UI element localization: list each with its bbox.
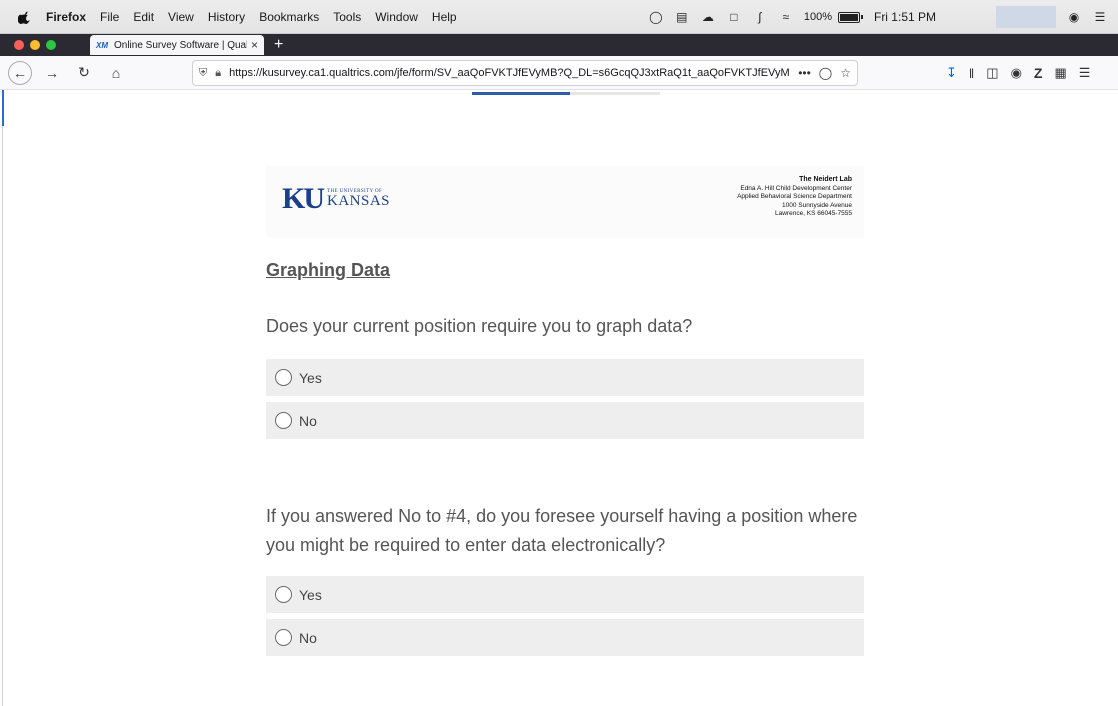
menu-file[interactable]: File bbox=[100, 10, 119, 24]
q1-choice-no[interactable]: No bbox=[266, 402, 864, 439]
ku-logo-big-text: KANSAS bbox=[327, 193, 391, 209]
reload-button[interactable]: ↻ bbox=[72, 61, 96, 85]
address-line: Lawrence, KS 66045-7555 bbox=[775, 210, 852, 217]
radio-button[interactable] bbox=[275, 369, 292, 386]
lab-address-block: The Neidert Lab Edna A. Hill Child Devel… bbox=[737, 176, 852, 219]
address-line: 1000 Sunnyside Avenue bbox=[782, 201, 852, 209]
close-window-button[interactable] bbox=[14, 40, 24, 50]
radio-button[interactable] bbox=[275, 629, 292, 646]
survey-progress-bar bbox=[472, 92, 660, 95]
address-line: Applied Behavioral Science Department bbox=[737, 193, 852, 200]
menubar-selection-highlight bbox=[996, 6, 1056, 28]
url-domain: https://kusurvey.ca1.qualtrics.com bbox=[229, 67, 394, 79]
sidebar-icon[interactable]: ◫ bbox=[986, 65, 998, 81]
siri-icon[interactable]: ◉ bbox=[1066, 10, 1082, 24]
menu-window[interactable]: Window bbox=[375, 10, 418, 24]
battery-icon[interactable] bbox=[837, 11, 863, 23]
q2-choice-no[interactable]: No bbox=[266, 619, 864, 656]
cloud-sync-icon[interactable]: ☁ bbox=[700, 10, 716, 24]
choice-label: Yes bbox=[299, 369, 322, 386]
choice-label: No bbox=[299, 412, 317, 429]
menubar-clock[interactable]: Fri 1:51 PM bbox=[874, 10, 936, 24]
ku-logo-mark: KU bbox=[282, 182, 325, 215]
url-actions: ••• ◯ ☆ bbox=[790, 66, 851, 80]
back-button[interactable]: ← bbox=[8, 60, 32, 85]
ku-logo: KU THE UNIVERSITY OF KANSAS bbox=[282, 182, 390, 216]
download-icon[interactable]: ↧ bbox=[946, 65, 957, 81]
menu-app-name[interactable]: Firefox bbox=[46, 10, 86, 24]
address-line: Edna A. Hill Child Development Center bbox=[740, 184, 852, 192]
choice-label: Yes bbox=[299, 586, 322, 603]
toolbar-right: ↧ ‖ ◫ ◉ Z ▦ ☰ bbox=[946, 56, 1102, 90]
display-icon[interactable]: ▤ bbox=[674, 10, 690, 24]
shield-badge-icon[interactable]: □ bbox=[726, 10, 742, 24]
url-bar[interactable]: ⛨ 🔒︎ https://kusurvey.ca1.qualtrics.com/… bbox=[192, 60, 858, 86]
forward-button[interactable]: → bbox=[40, 61, 64, 85]
menu-edit[interactable]: Edit bbox=[133, 10, 154, 24]
bookmark-star-icon[interactable]: ☆ bbox=[840, 66, 851, 80]
browser-tab-bar: XM Online Survey Software | Qualtr × + bbox=[0, 34, 1118, 56]
menu-tools[interactable]: Tools bbox=[333, 10, 361, 24]
window-controls bbox=[14, 40, 62, 50]
home-button[interactable]: ⌂ bbox=[104, 61, 128, 85]
page-left-border bbox=[2, 126, 3, 706]
q1-choice-yes[interactable]: Yes bbox=[266, 359, 864, 396]
url-text[interactable]: https://kusurvey.ca1.qualtrics.com/jfe/f… bbox=[229, 67, 790, 79]
question-text: Does your current position require you t… bbox=[266, 316, 693, 336]
bluetooth-icon[interactable]: ∫ bbox=[752, 10, 768, 24]
menu-help[interactable]: Help bbox=[432, 10, 457, 24]
menubar-status-area: ◯ ▤ ☁ □ ∫ ≈ 100% Fri 1:51 PM ◉ ☰ bbox=[648, 0, 1118, 34]
creative-cloud-icon[interactable]: ◯ bbox=[648, 10, 664, 24]
pocket-icon[interactable]: ◯ bbox=[819, 66, 832, 80]
battery-percent: 100% bbox=[803, 11, 832, 23]
choice-label: No bbox=[299, 629, 317, 646]
minimize-window-button[interactable] bbox=[30, 40, 40, 50]
account-icon[interactable]: ◉ bbox=[1011, 65, 1022, 81]
extensions-icon[interactable]: ▦ bbox=[1054, 65, 1066, 81]
focus-edge bbox=[2, 90, 4, 126]
new-tab-button[interactable]: + bbox=[274, 36, 283, 54]
apple-icon[interactable] bbox=[18, 10, 32, 24]
question-text: If you answered No to #4, do you foresee… bbox=[266, 506, 858, 555]
tab-title: Online Survey Software | Qualtr bbox=[114, 39, 247, 51]
section-title: Graphing Data bbox=[266, 260, 391, 280]
survey-page: KU THE UNIVERSITY OF KANSAS The Neidert … bbox=[0, 90, 1118, 706]
battery-fill bbox=[839, 13, 858, 21]
ku-logo-wordmark: THE UNIVERSITY OF KANSAS bbox=[327, 189, 390, 209]
survey-header: KU THE UNIVERSITY OF KANSAS The Neidert … bbox=[266, 166, 864, 238]
radio-button[interactable] bbox=[275, 412, 292, 429]
mac-menubar: Firefox File Edit View History Bookmarks… bbox=[0, 0, 1118, 34]
survey-progress-fill bbox=[472, 92, 570, 95]
zotero-icon[interactable]: Z bbox=[1034, 65, 1043, 81]
browser-nav-bar: ← → ↻ ⌂ ⛨ 🔒︎ https://kusurvey.ca1.qualtr… bbox=[0, 56, 1118, 90]
wifi-icon[interactable]: ≈ bbox=[778, 10, 794, 24]
menu-history[interactable]: History bbox=[208, 10, 245, 24]
menu-hamburger-icon[interactable]: ☰ bbox=[1079, 65, 1091, 81]
menu-bookmarks[interactable]: Bookmarks bbox=[259, 10, 319, 24]
tracking-protection-shield-icon[interactable]: ⛨ bbox=[199, 67, 207, 80]
lock-icon[interactable]: 🔒︎ bbox=[215, 67, 221, 80]
browser-tab-active[interactable]: XM Online Survey Software | Qualtr × bbox=[90, 35, 264, 55]
page-actions-more-button[interactable]: ••• bbox=[798, 66, 811, 80]
control-center-icon[interactable]: ☰ bbox=[1092, 10, 1108, 24]
lab-name: The Neidert Lab bbox=[799, 176, 852, 183]
menu-view[interactable]: View bbox=[168, 10, 194, 24]
q2-choice-yes[interactable]: Yes bbox=[266, 576, 864, 613]
qualtrics-favicon-icon: XM bbox=[96, 40, 108, 50]
close-tab-icon[interactable]: × bbox=[251, 38, 258, 52]
url-path: /jfe/form/SV_aaQoFVKTJfEVyMB?Q_DL=s6GcqQ… bbox=[393, 67, 790, 79]
radio-button[interactable] bbox=[275, 586, 292, 603]
library-icon[interactable]: ‖ bbox=[969, 66, 974, 81]
zoom-window-button[interactable] bbox=[46, 40, 56, 50]
